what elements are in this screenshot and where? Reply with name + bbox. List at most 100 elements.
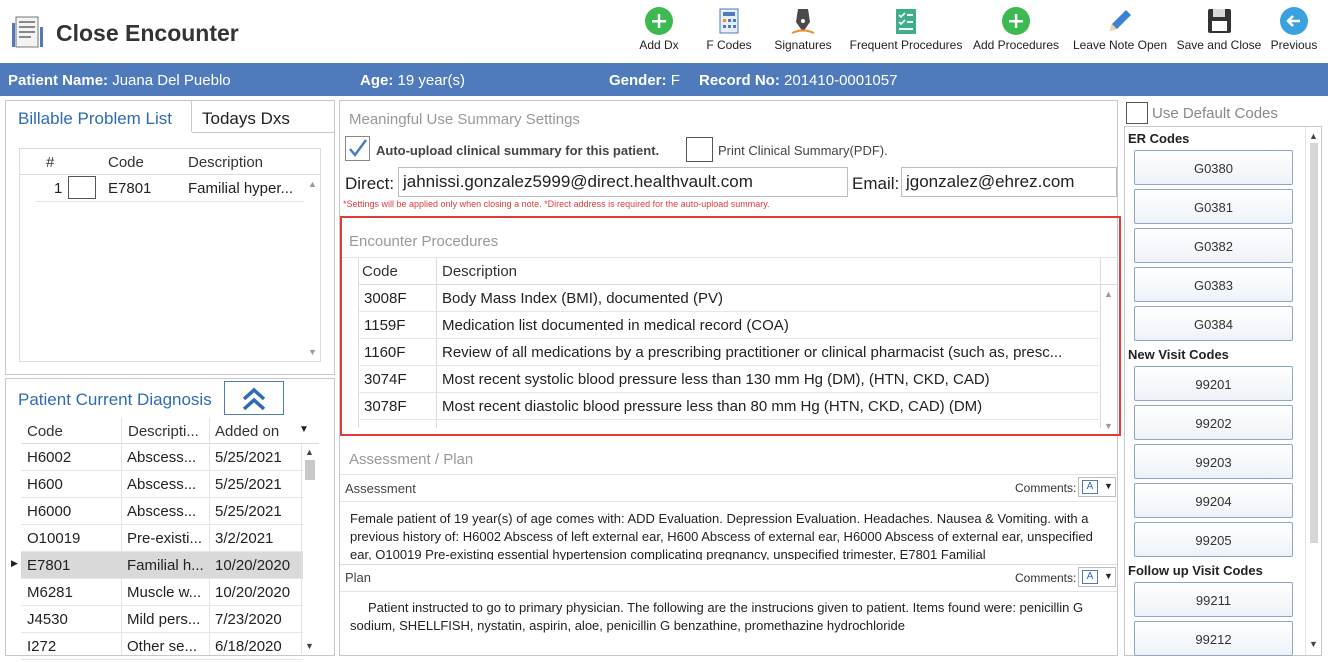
code-button-99201[interactable]: 99201 <box>1134 366 1293 401</box>
table-row[interactable]: 1 E7801 Familial hyper... <box>36 175 304 202</box>
codes-scrollbar[interactable]: ▲ ▼ <box>1305 127 1321 655</box>
use-default-codes-checkbox[interactable] <box>1126 102 1148 124</box>
current-diagnosis-panel: Patient Current Diagnosis Code Descripti… <box>5 378 335 660</box>
column-header: Descripti... <box>128 423 199 440</box>
column-header: Code <box>108 154 144 171</box>
email-label: Email: <box>852 174 900 193</box>
table-row[interactable]: H6000 Abscess... 5/25/2021 <box>21 498 303 525</box>
assessment-plan-title: Assessment / Plan <box>349 451 474 468</box>
plus-circle-icon <box>1002 7 1030 35</box>
assessment-label: Assessment <box>345 481 416 496</box>
auto-upload-label: Auto-upload clinical summary for this pa… <box>376 143 660 158</box>
column-header: # <box>46 154 55 171</box>
signatures-button[interactable]: Signatures <box>771 4 835 60</box>
table-row[interactable]: H600 Abscess... 5/25/2021 <box>21 471 303 498</box>
plus-circle-icon <box>645 7 673 35</box>
scroll-down-icon[interactable]: ▼ <box>1104 421 1113 431</box>
current-diagnosis-title: Patient Current Diagnosis <box>18 390 212 409</box>
procedure-row[interactable]: 1160F Review of all medications by a pres… <box>358 339 1099 366</box>
auto-upload-checkbox[interactable] <box>345 136 370 161</box>
code-button-99202[interactable]: 99202 <box>1134 405 1293 440</box>
table-row[interactable]: M6281 Muscle w... 10/20/2020 <box>21 579 303 606</box>
procedure-row[interactable]: 3008F Body Mass Index (BMI), documented (… <box>358 285 1099 312</box>
code-button-G0381[interactable]: G0381 <box>1134 189 1293 224</box>
add-procedures-button[interactable]: Add Procedures <box>972 4 1060 60</box>
previous-button[interactable]: Previous <box>1268 4 1320 60</box>
sort-dropdown-icon[interactable]: ▼ <box>299 424 309 435</box>
code-button-G0383[interactable]: G0383 <box>1134 267 1293 302</box>
tab-billable-problem-list[interactable]: Billable Problem List <box>6 101 192 133</box>
code-button-99205[interactable]: 99205 <box>1134 522 1293 557</box>
page-title: Close Encounter <box>56 20 239 46</box>
direct-address-input[interactable]: jahnissi.gonzalez5999@direct.healthvault… <box>398 167 848 197</box>
column-header: Added on <box>215 423 280 440</box>
calculator-icon <box>719 8 739 34</box>
settings-note: *Settings will be applied only when clos… <box>343 199 770 209</box>
checklist-icon <box>896 9 916 34</box>
current-diagnosis-grid: Code Descripti... Added on ▼ H6002 Absces… <box>11 417 321 660</box>
tab-todays-dxs[interactable]: Todays Dxs <box>202 109 290 129</box>
meaningful-use-title: Meaningful Use Summary Settings <box>349 111 580 128</box>
collapse-button[interactable] <box>224 381 284 415</box>
scroll-up-icon[interactable]: ▲ <box>1104 289 1113 299</box>
leave-note-open-button[interactable]: Leave Note Open <box>1072 4 1168 60</box>
center-panel: Meaningful Use Summary Settings Auto-upl… <box>339 100 1121 656</box>
pencil-icon <box>1110 10 1131 31</box>
floppy-disk-icon <box>1208 9 1231 33</box>
procedure-row[interactable]: 1159F Medication list documented in medic… <box>358 312 1099 339</box>
pen-nib-icon <box>791 9 815 34</box>
plan-text[interactable]: Patient instructed to go to primary phys… <box>350 599 1110 639</box>
code-button-99211[interactable]: 99211 <box>1134 582 1293 617</box>
arrow-left-circle-icon <box>1280 7 1308 35</box>
code-button-G0380[interactable]: G0380 <box>1134 150 1293 185</box>
save-and-close-button[interactable]: Save and Close <box>1176 4 1262 60</box>
table-row[interactable]: O10019 Pre-existi... 3/2/2021 <box>21 525 303 552</box>
encounter-procedures-title: Encounter Procedures <box>349 233 499 250</box>
text-format-icon: A <box>1082 570 1098 584</box>
comments-label: Comments: <box>1015 571 1077 585</box>
row-checkbox[interactable] <box>68 176 96 199</box>
procedure-row[interactable]: 3078F Most recent diastolic blood pressur… <box>358 393 1099 420</box>
double-chevron-up-icon <box>242 387 266 411</box>
table-row[interactable]: H6002 Abscess... 5/25/2021 <box>21 444 303 471</box>
column-header: Code <box>362 263 398 280</box>
plan-label: Plan <box>345 570 372 585</box>
follow-up-codes-label: Follow up Visit Codes <box>1128 563 1263 578</box>
problem-list-panel: Billable Problem List Todays Dxs # Code … <box>5 100 335 375</box>
chevron-down-icon: ▼ <box>1104 571 1113 581</box>
patient-gender: Gender: F <box>609 72 680 89</box>
code-button-G0384[interactable]: G0384 <box>1134 306 1293 341</box>
comments-label: Comments: <box>1015 481 1077 495</box>
scrollbar-thumb[interactable] <box>1310 143 1318 543</box>
text-format-icon: A <box>1082 480 1098 494</box>
table-row[interactable]: J4530 Mild pers... 7/23/2020 <box>21 606 303 633</box>
new-visit-codes-label: New Visit Codes <box>1128 347 1229 362</box>
procedure-row[interactable]: 3074F Most recent systolic blood pressure… <box>358 366 1099 393</box>
email-input[interactable]: jgonzalez@ehrez.com <box>901 167 1117 197</box>
scroll-down-icon[interactable]: ▼ <box>308 347 317 357</box>
direct-label: Direct: <box>345 174 395 193</box>
code-button-99204[interactable]: 99204 <box>1134 483 1293 518</box>
table-row[interactable]: ▶ E7801 Familial h... 10/20/2020 <box>11 552 303 579</box>
comments-dropdown[interactable]: A ▼ <box>1078 477 1116 497</box>
add-dx-button[interactable]: Add Dx <box>632 4 686 60</box>
frequent-procedures-button[interactable]: Frequent Procedures <box>848 4 964 60</box>
comments-dropdown[interactable]: A ▼ <box>1078 567 1116 587</box>
code-button-99203[interactable]: 99203 <box>1134 444 1293 479</box>
patient-record: Record No: 201410-0001057 <box>699 72 898 89</box>
checkmark-icon <box>349 139 368 158</box>
er-codes-label: ER Codes <box>1128 131 1190 146</box>
code-button-99212[interactable]: 99212 <box>1134 621 1293 656</box>
diagnosis-scrollbar[interactable]: ▲ ▼ <box>301 444 317 654</box>
scrollbar-thumb[interactable] <box>305 460 315 480</box>
scroll-up-icon[interactable]: ▲ <box>308 179 317 189</box>
print-summary-checkbox[interactable] <box>686 137 713 162</box>
chevron-down-icon: ▼ <box>1104 481 1113 491</box>
patient-info-bar: Patient Name: Juana Del Pueblo Age: 19 y… <box>0 63 1328 96</box>
assessment-text[interactable]: Female patient of 19 year(s) of age come… <box>350 510 1110 560</box>
f-codes-button[interactable]: F Codes <box>700 4 758 60</box>
use-default-codes-label: Use Default Codes <box>1152 105 1278 122</box>
table-row[interactable]: I272 Other se... 6/18/2020 <box>21 633 303 660</box>
code-button-G0382[interactable]: G0382 <box>1134 228 1293 263</box>
encounter-procedures-section: Encounter Procedures Code Description 30… <box>340 216 1121 436</box>
